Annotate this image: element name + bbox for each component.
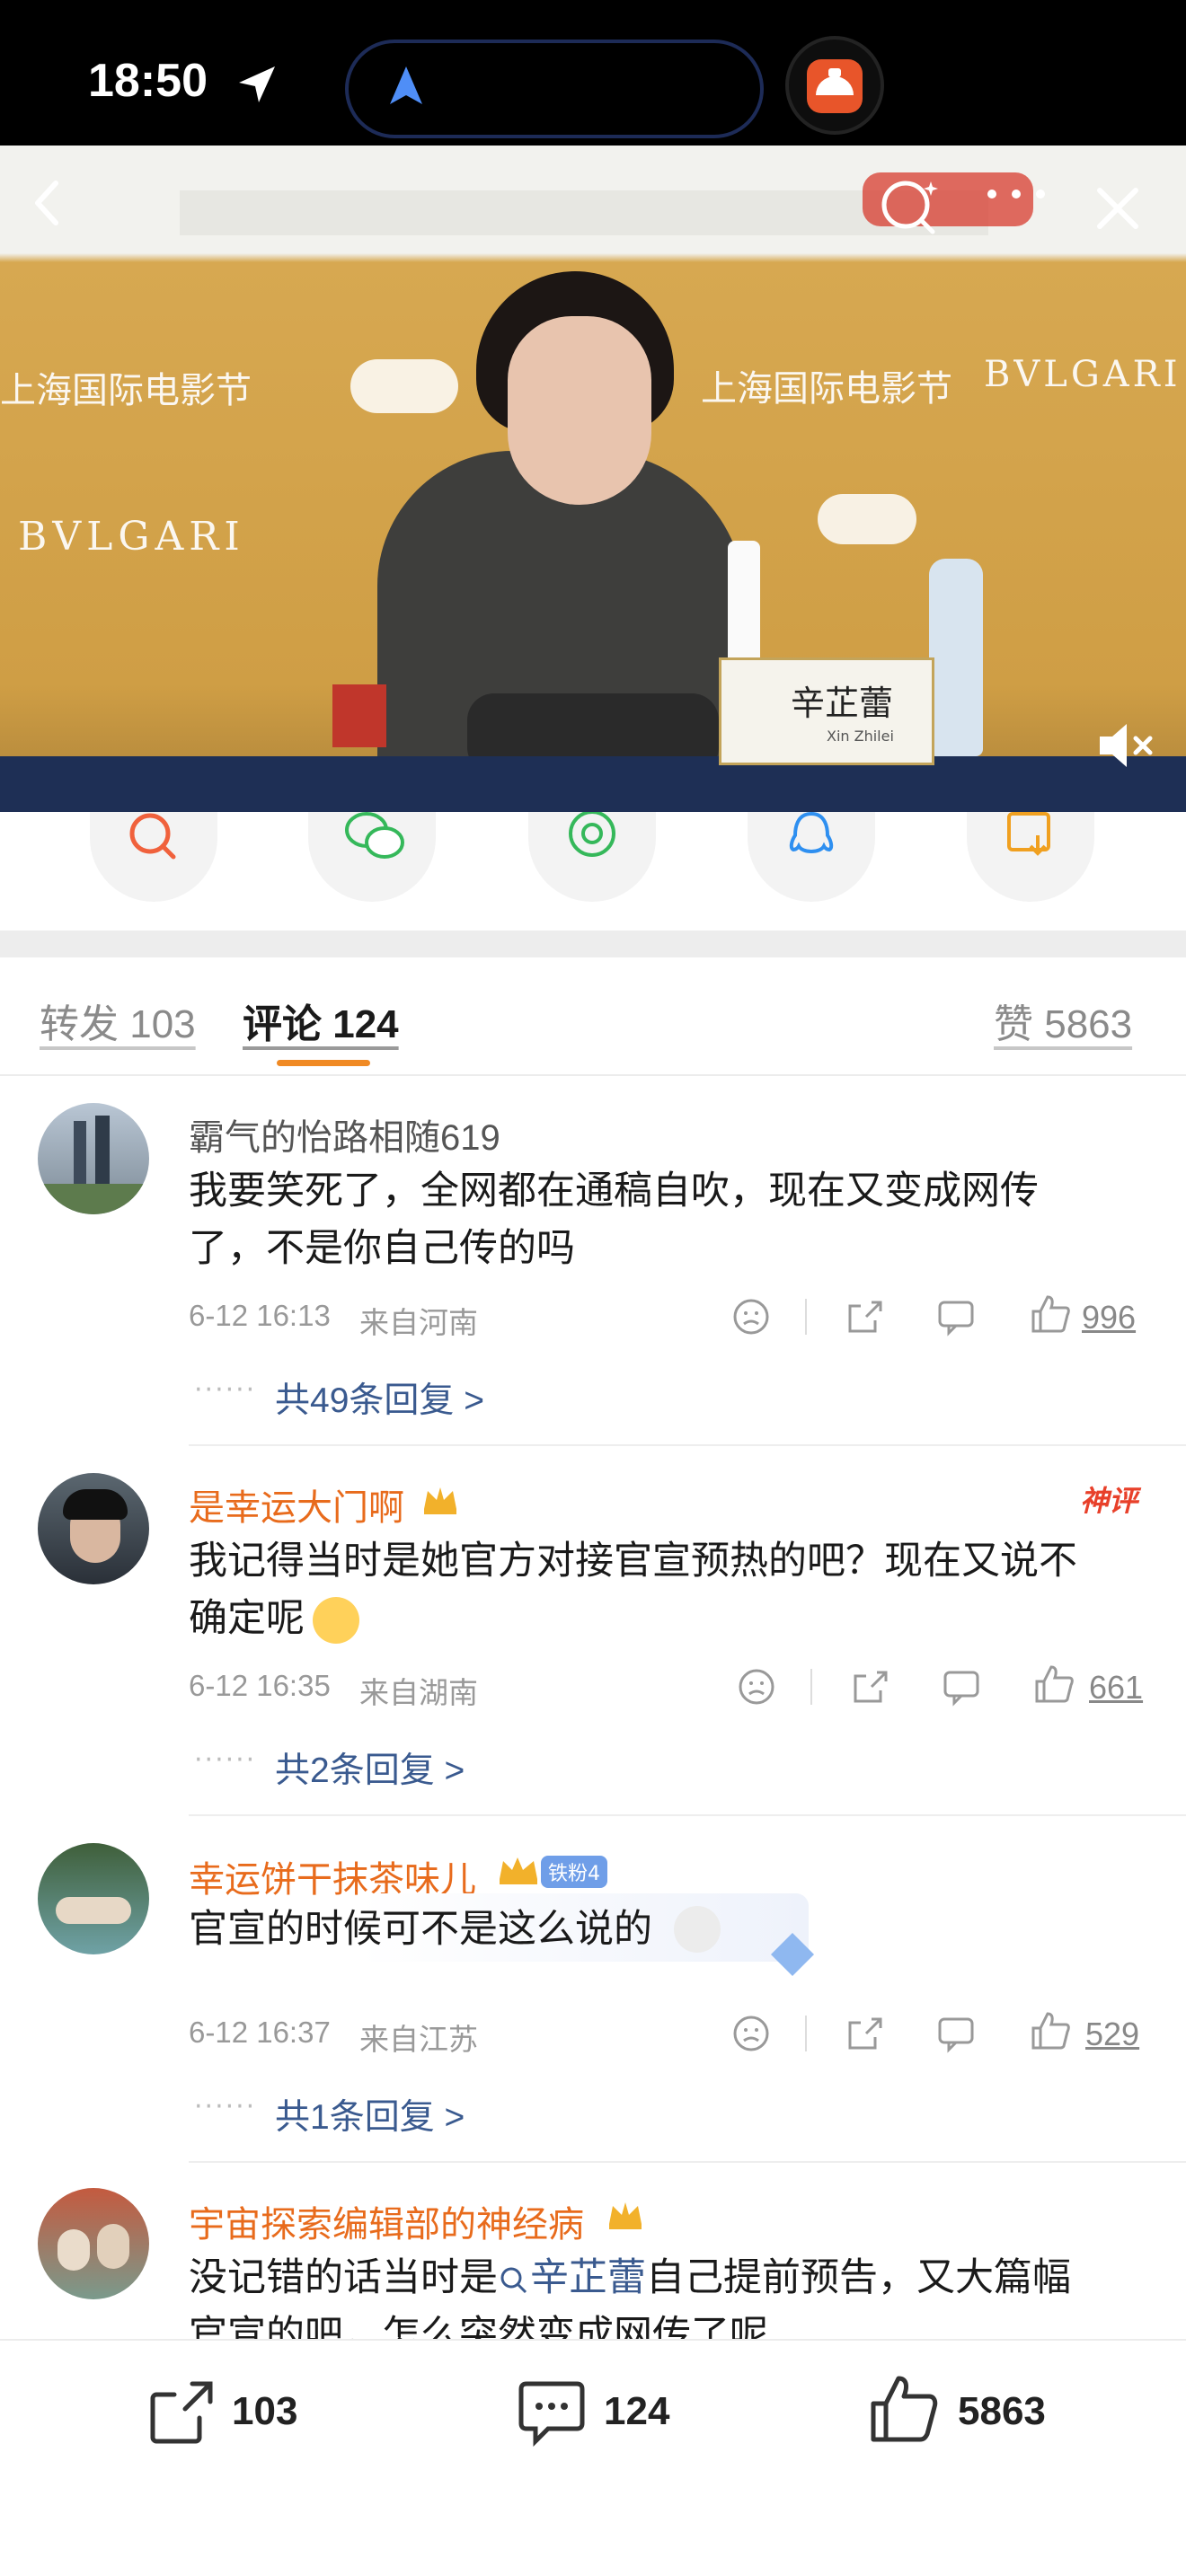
dislike-icon[interactable]	[731, 1297, 771, 1337]
comment-author[interactable]: 是幸运大门啊	[189, 1478, 404, 1531]
comment-author[interactable]: 宇宙探索编辑部的神经病	[189, 2195, 584, 2247]
comment-date: 6-12 16:35	[189, 1669, 331, 1702]
tab-indicator	[277, 1060, 370, 1066]
banner-text: 上海国际电影节	[0, 370, 252, 411]
comment-separator	[189, 2161, 1186, 2163]
topic-search-icon	[500, 2267, 527, 2293]
comment-icon[interactable]	[942, 1667, 981, 1707]
qq-icon	[789, 812, 834, 853]
dislike-icon[interactable]	[731, 2014, 771, 2053]
table	[0, 756, 1186, 812]
comment-location: 来自江苏	[359, 2023, 478, 2056]
mention-link[interactable]: 辛芷蕾	[530, 2256, 646, 2299]
like-icon[interactable]	[868, 2373, 940, 2445]
diamond-sticker-icon	[771, 1933, 814, 1976]
like-count[interactable]: 529	[1085, 2016, 1139, 2053]
repost-icon[interactable]	[845, 2014, 884, 2053]
comment-text-line2: 官宣的吧，怎么突然变成网传了呢	[189, 2314, 768, 2339]
view-replies-link[interactable]: 共1条回复 >	[275, 2089, 465, 2139]
crown-icon	[609, 2202, 642, 2229]
divider	[805, 1299, 807, 1335]
trophy	[728, 541, 760, 666]
repost-icon[interactable]	[146, 2378, 217, 2447]
avatar[interactable]	[38, 1473, 149, 1584]
tabs-divider	[0, 1074, 1186, 1076]
app-logo-icon	[807, 59, 863, 113]
like-count[interactable]: 661	[1089, 1669, 1143, 1707]
avatar[interactable]	[38, 1843, 149, 1954]
comment-location: 来自河南	[359, 1306, 478, 1339]
like-icon[interactable]	[1033, 1663, 1075, 1705]
video-player[interactable]: 上海国际电影节 BVLGARI 上海国际电影节 BVLGARI 辛芷蕾 Xin …	[0, 146, 1186, 812]
comment-icon[interactable]	[936, 2014, 976, 2053]
tab-likes[interactable]: 赞 5863	[994, 992, 1132, 1049]
comment-author[interactable]: 霸气的怡路相随619	[189, 1108, 500, 1160]
repost-icon[interactable]	[845, 1297, 884, 1337]
comment-separator	[189, 1814, 1186, 1816]
comment-text-prefix: 没记错的话当时是	[189, 2256, 498, 2299]
more-icon[interactable]	[985, 185, 1048, 203]
divider	[810, 1669, 812, 1705]
reply-dots: ······	[194, 1374, 257, 1406]
close-icon[interactable]	[1093, 183, 1143, 234]
tab-comments[interactable]: 评论 124	[243, 992, 399, 1049]
search-icon[interactable]	[879, 178, 942, 235]
reply-dots: ······	[194, 1744, 257, 1776]
top-comment-badge: 神评	[1080, 1485, 1138, 1517]
avatar[interactable]	[38, 2188, 149, 2299]
tab-reposts[interactable]: 转发 103	[40, 992, 196, 1049]
sponsor-logo	[818, 494, 916, 544]
comment-icon[interactable]	[936, 1297, 976, 1337]
fan-badge: 铁粉4	[541, 1856, 607, 1888]
comment-location: 来自湖南	[359, 1676, 478, 1709]
crown-icon	[500, 1857, 537, 1884]
sponsor-logo	[350, 359, 458, 413]
shocked-emoji-icon	[313, 1597, 359, 1644]
save-image-icon	[1007, 812, 1050, 856]
mute-icon[interactable]	[1094, 719, 1157, 772]
banner-text: BVLGARI	[18, 514, 245, 560]
repost-icon[interactable]	[850, 1667, 890, 1707]
water-bottle	[929, 559, 983, 756]
speaker-face	[508, 316, 651, 505]
reply-dots: ······	[194, 2091, 257, 2122]
comment-text: 我要笑死了，全网都在通稿自吹，现在又变成网传了，不是你自己传的吗	[189, 1169, 1039, 1270]
like-icon[interactable]	[1030, 1293, 1071, 1335]
banner-text: BVLGARI	[984, 354, 1182, 395]
comment-separator	[189, 1444, 1186, 1446]
like-count[interactable]: 996	[1082, 1299, 1136, 1337]
moments-icon	[569, 812, 615, 857]
banner-text: 上海国际电影节	[701, 368, 952, 410]
nameplate-pinyin: Xin Zhilei	[827, 728, 894, 745]
avatar[interactable]	[38, 1103, 149, 1214]
status-time: 18:50	[88, 55, 208, 107]
crown-icon	[424, 1487, 456, 1514]
like-count[interactable]: 5863	[958, 2389, 1046, 2434]
dislike-icon[interactable]	[737, 1667, 776, 1707]
back-icon[interactable]	[25, 176, 70, 230]
location-arrow-icon	[239, 66, 275, 102]
comment-text-suffix: 自己提前预告，又大篇幅	[646, 2256, 1071, 2299]
like-icon[interactable]	[1030, 2010, 1071, 2051]
view-replies-link[interactable]: 共49条回复 >	[275, 1372, 484, 1423]
divider	[805, 2016, 807, 2051]
comment-date: 6-12 16:13	[189, 1299, 331, 1332]
wechat-icon	[345, 812, 404, 859]
microphone	[332, 684, 386, 747]
search-share-icon	[129, 813, 176, 860]
comment-icon[interactable]	[516, 2377, 588, 2448]
comment-text: 没记错的话当时是 辛芷蕾自己提前预告，又大篇幅 官宣的吧，怎么突然变成网传了呢	[189, 2249, 1114, 2339]
bottom-action-bar	[0, 2339, 1186, 2576]
view-replies-link[interactable]: 共2条回复 >	[275, 1742, 465, 1793]
comment-count[interactable]: 124	[604, 2389, 669, 2434]
navigation-arrow-icon	[390, 66, 422, 104]
nameplate-name: 辛芷蕾	[791, 684, 894, 723]
section-divider	[0, 931, 1186, 957]
repost-count[interactable]: 103	[232, 2389, 297, 2434]
panda-emoji-icon	[674, 1906, 721, 1953]
comment-text: 官宣的时候可不是这么说的	[189, 1908, 652, 1951]
comment-date: 6-12 16:37	[189, 2016, 331, 2049]
